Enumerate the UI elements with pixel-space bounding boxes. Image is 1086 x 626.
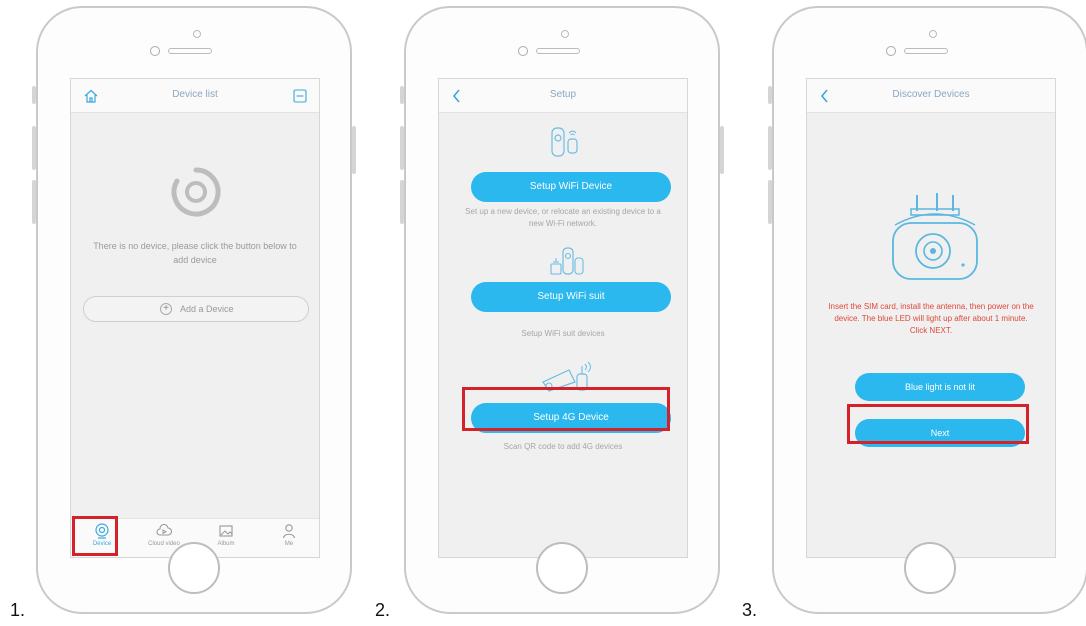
step-number-1: 1.: [10, 600, 26, 620]
mute-switch: [768, 86, 772, 104]
highlight-next-button: [847, 404, 1029, 444]
setup-wifi-suit-button[interactable]: Setup WiFi suit: [471, 282, 671, 312]
front-camera: [518, 46, 528, 56]
earpiece-speaker: [536, 48, 580, 54]
highlight-setup-4g-button: [462, 387, 670, 431]
add-device-button[interactable]: + Add a Device: [83, 296, 309, 322]
wifi-device-description: Set up a new device, or relocate an exis…: [465, 207, 661, 228]
empty-state-message: There is no device, please click the but…: [93, 241, 297, 265]
step-number-2: 2.: [375, 600, 391, 620]
sensor-dot: [193, 30, 201, 38]
volume-down-button: [32, 180, 36, 224]
navbar: Device list: [71, 79, 319, 113]
4g-device-description: Scan QR code to add 4G devices: [503, 442, 623, 451]
volume-up-button: [32, 126, 36, 170]
page-title: Discover Devices: [892, 89, 970, 100]
person-icon: [282, 524, 296, 539]
discover-devices-screen: Discover Devices Insert the SIM card, in…: [806, 78, 1056, 558]
empty-state-logo-icon: [171, 167, 221, 217]
tab-me[interactable]: Me: [264, 523, 314, 555]
volume-down-button: [768, 180, 772, 224]
album-icon: [219, 525, 233, 537]
earpiece-speaker: [904, 48, 948, 54]
add-device-label: Add a Device: [180, 304, 234, 314]
front-camera: [886, 46, 896, 56]
plus-icon: +: [160, 303, 172, 315]
sensor-dot: [561, 30, 569, 38]
home-button[interactable]: [904, 542, 956, 594]
wifi-suit-illustration-icon: [550, 247, 584, 275]
volume-up-button: [400, 126, 404, 170]
volume-up-button: [768, 126, 772, 170]
instruction-text: Insert the SIM card, install the antenna…: [828, 302, 1034, 335]
setup-wifi-device-button[interactable]: Setup WiFi Device: [471, 172, 671, 202]
mute-switch: [32, 86, 36, 104]
front-camera: [150, 46, 160, 56]
mute-switch: [400, 86, 404, 104]
scan-icon[interactable]: [293, 89, 307, 103]
step-number-3: 3.: [742, 600, 758, 620]
navbar: Setup: [439, 79, 687, 113]
navbar: Discover Devices: [807, 79, 1055, 113]
tab-label: Me: [284, 541, 294, 547]
sensor-dot: [929, 30, 937, 38]
earpiece-speaker: [168, 48, 212, 54]
wifi-camera-illustration-icon: [551, 127, 578, 157]
power-button: [720, 126, 724, 174]
home-button[interactable]: [536, 542, 588, 594]
page-title: Setup: [549, 89, 577, 100]
volume-down-button: [400, 180, 404, 224]
phone-2: Setup Setup WiFi Device Set up a new dev…: [400, 6, 724, 614]
device-list-screen: Device list There is no device, please c…: [70, 78, 320, 558]
home-button[interactable]: [168, 542, 220, 594]
phone-3: Discover Devices Insert the SIM card, in…: [768, 6, 1086, 614]
wifi-suit-description: Setup WiFi suit devices: [521, 329, 605, 338]
highlight-device-tab: [72, 516, 118, 556]
blue-light-not-lit-button[interactable]: Blue light is not lit: [855, 373, 1025, 401]
4g-camera-device-icon: [892, 193, 978, 280]
power-button: [352, 126, 356, 174]
setup-screen: Setup Setup WiFi Device Set up a new dev…: [438, 78, 688, 558]
page-title: Device list: [172, 89, 218, 100]
cloud-video-icon: [156, 523, 172, 536]
